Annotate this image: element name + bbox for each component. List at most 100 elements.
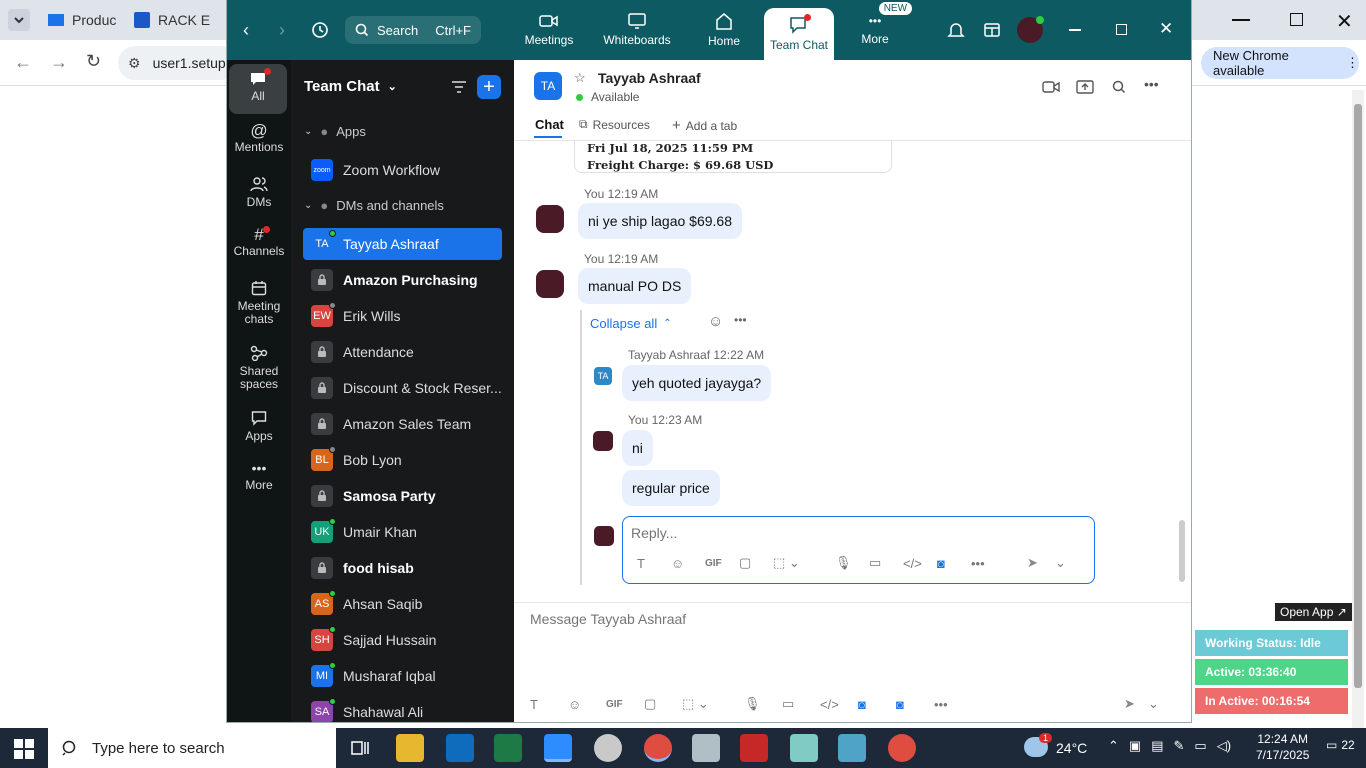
history-icon[interactable] xyxy=(311,21,329,39)
list-item[interactable]: TA Tayyab Ashraaf xyxy=(303,228,502,260)
rail-channels[interactable]: # Channels xyxy=(227,226,291,258)
tab-resources[interactable]: ⧉ Resources xyxy=(579,117,650,132)
tab-search-button[interactable] xyxy=(8,9,30,31)
add-reaction-icon[interactable]: ☺ xyxy=(708,313,723,330)
gif-icon[interactable]: GIF xyxy=(606,699,644,710)
code-icon[interactable]: </> xyxy=(903,556,937,571)
outlook-icon[interactable] xyxy=(446,734,474,762)
reply-bubble[interactable]: regular price xyxy=(622,470,720,506)
tab-add[interactable]: + Add a tab xyxy=(672,117,737,134)
list-item[interactable]: UK Umair Khan xyxy=(303,516,502,548)
file-icon[interactable]: ▢ xyxy=(644,696,682,712)
zoom-app-icon[interactable]: ◙ xyxy=(858,697,896,712)
back-icon[interactable]: ← xyxy=(14,52,32,73)
section-dms[interactable]: ⌄ ● DMs and channels xyxy=(304,198,444,213)
minimize-icon[interactable] xyxy=(1069,29,1081,31)
search-icon[interactable] xyxy=(1112,80,1126,94)
chrome-tab[interactable]: RACK E xyxy=(134,8,210,32)
forward-arrow-icon[interactable]: › xyxy=(279,20,285,41)
task-view-icon[interactable] xyxy=(346,734,374,762)
video-clip-icon[interactable]: ▭ xyxy=(869,555,903,571)
notification-button[interactable]: ▭ 22 xyxy=(1326,738,1355,752)
list-item[interactable]: Amazon Purchasing xyxy=(303,264,502,296)
more-dots-icon[interactable]: ••• xyxy=(934,697,1124,712)
volume-icon[interactable]: ◁) xyxy=(1217,738,1231,754)
excel-icon[interactable] xyxy=(494,734,522,762)
zoom-app-icon[interactable]: ◙ xyxy=(937,556,971,571)
chat-scrollbar[interactable] xyxy=(1179,140,1185,600)
chevron-up-icon[interactable]: ⌃ xyxy=(1108,738,1119,754)
video-clip-icon[interactable]: ▭ xyxy=(782,696,820,712)
screenshot-icon[interactable]: ⬚ ⌄ xyxy=(773,555,835,571)
more-dots-icon[interactable]: ••• xyxy=(971,556,1027,571)
tab-chat[interactable]: Chat xyxy=(535,117,564,132)
nav-whiteboards[interactable]: Whiteboards xyxy=(597,0,677,60)
rail-apps[interactable]: Apps xyxy=(227,410,291,443)
more-options-icon[interactable]: ••• xyxy=(734,313,747,327)
collapse-all-button[interactable]: Collapse all ⌃ xyxy=(590,316,672,331)
chrome-update-button[interactable]: New Chrome available ⋮ xyxy=(1201,47,1359,79)
windows-start-icon[interactable] xyxy=(14,739,34,759)
microphone-icon[interactable]: 🎙 xyxy=(835,555,869,571)
nav-meetings[interactable]: Meetings xyxy=(517,0,581,60)
app-icon[interactable] xyxy=(790,734,818,762)
list-item[interactable]: Discount & Stock Reser... xyxy=(303,372,502,404)
chrome-close-icon[interactable]: ✕ xyxy=(1336,9,1353,34)
weather-icon[interactable]: 1 xyxy=(1024,733,1052,757)
bell-icon[interactable] xyxy=(947,21,965,39)
message-input[interactable] xyxy=(530,611,1130,627)
chrome-taskbar-icon[interactable] xyxy=(644,734,672,762)
file-explorer-icon[interactable] xyxy=(396,734,424,762)
emoji-icon[interactable]: ☺ xyxy=(568,697,606,712)
tray-app-icon[interactable]: ▤ xyxy=(1151,738,1163,754)
zoom-taskbar-icon[interactable] xyxy=(544,734,572,762)
list-item[interactable]: BL Bob Lyon xyxy=(303,444,502,476)
page-scrollbar[interactable] xyxy=(1352,90,1364,730)
message-bubble[interactable]: ni ye ship lagao $69.68 xyxy=(578,203,742,239)
maximize-icon[interactable] xyxy=(1116,24,1127,35)
reply-input[interactable] xyxy=(631,525,1071,541)
send-icon[interactable]: ➤ xyxy=(1124,696,1148,712)
pen-icon[interactable]: ✎ xyxy=(1174,738,1185,754)
app-icon[interactable] xyxy=(838,734,866,762)
profile-avatar[interactable] xyxy=(1017,16,1044,43)
network-icon[interactable]: ▭ xyxy=(1194,738,1206,754)
list-item[interactable]: EW Erik Wills xyxy=(303,300,502,332)
back-arrow-icon[interactable]: ‹ xyxy=(243,20,249,41)
star-icon[interactable]: ☆ xyxy=(574,70,586,86)
chrome-restore-icon[interactable] xyxy=(1290,13,1303,26)
text-format-icon[interactable]: T xyxy=(530,697,568,712)
reply-bubble[interactable]: yeh quoted jayayga? xyxy=(622,365,772,401)
section-apps[interactable]: ⌄ ● Apps xyxy=(304,124,366,139)
rail-mentions[interactable]: @ Mentions xyxy=(227,122,291,154)
gif-icon[interactable]: GIF xyxy=(705,558,739,569)
text-format-icon[interactable]: T xyxy=(637,556,671,571)
new-chat-button[interactable]: + xyxy=(477,75,501,99)
calculator-icon[interactable] xyxy=(692,734,720,762)
filter-icon[interactable] xyxy=(451,80,467,94)
video-call-icon[interactable] xyxy=(1042,80,1060,94)
filezilla-icon[interactable] xyxy=(740,734,768,762)
microphone-icon[interactable]: 🎙 xyxy=(744,696,782,712)
rail-more[interactable]: ••• More xyxy=(227,461,291,492)
emoji-icon[interactable]: ☺ xyxy=(671,556,705,571)
chevron-down-icon[interactable]: ⌄ xyxy=(1055,555,1066,571)
reply-bubble[interactable]: ni xyxy=(622,430,653,466)
nav-more[interactable]: ••• NEW More xyxy=(847,0,913,60)
reply-box[interactable]: T ☺ GIF ▢ ⬚ ⌄ 🎙 ▭ </> ◙ ••• ➤ ⌄ xyxy=(622,516,1095,584)
contact-name[interactable]: Tayyab Ashraaf xyxy=(598,70,701,86)
list-item[interactable]: MI Musharaf Iqbal xyxy=(303,660,502,692)
list-item[interactable]: food hisab xyxy=(303,552,502,584)
rail-dms[interactable]: DMs xyxy=(227,176,291,209)
team-chat-title[interactable]: Team Chat ⌄ xyxy=(304,78,397,95)
open-app-button[interactable]: Open App ↗ xyxy=(1275,603,1352,621)
app-icon[interactable] xyxy=(594,734,622,762)
screenshot-icon[interactable]: ⬚ ⌄ xyxy=(682,696,744,712)
list-item[interactable]: Amazon Sales Team xyxy=(303,408,502,440)
code-icon[interactable]: </> xyxy=(820,697,858,712)
list-item[interactable]: SH Sajjad Hussain xyxy=(303,624,502,656)
rail-meeting-chats[interactable]: Meeting chats xyxy=(227,280,291,326)
nav-team-chat[interactable]: Team Chat xyxy=(764,8,834,60)
rail-all[interactable]: All xyxy=(229,64,287,114)
rail-shared-spaces[interactable]: Shared spaces xyxy=(227,345,291,391)
